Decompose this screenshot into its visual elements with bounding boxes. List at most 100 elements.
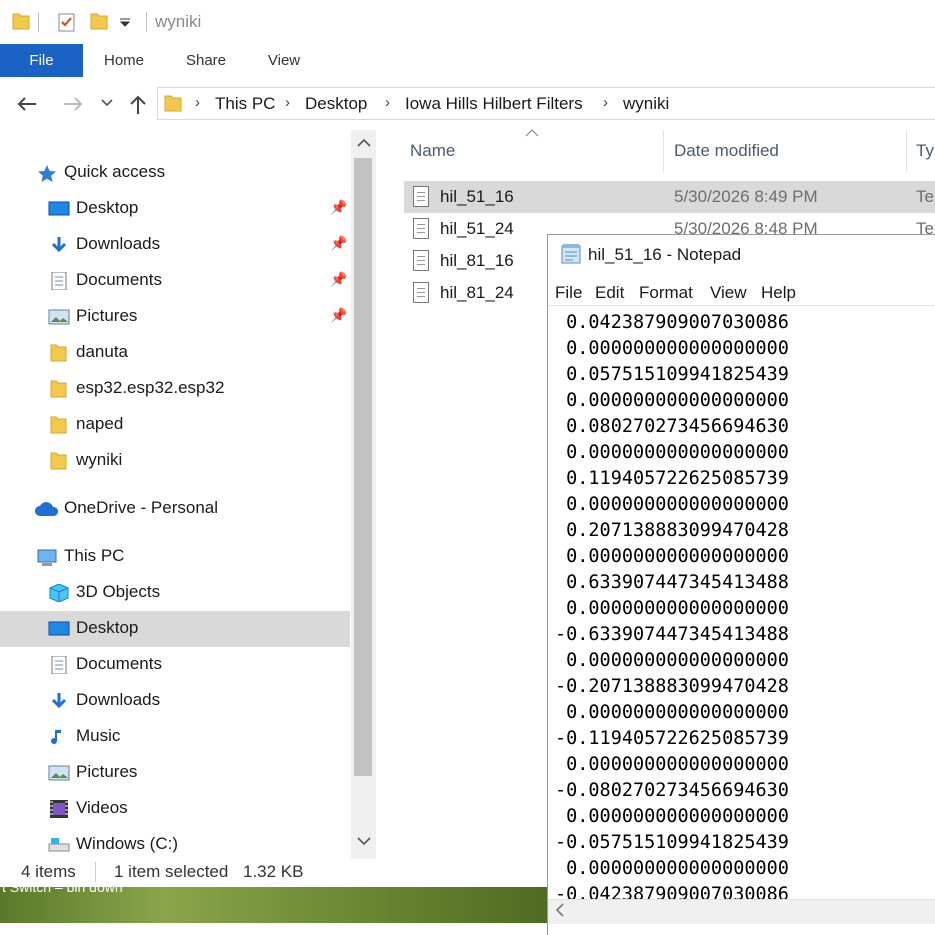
tab-view[interactable]: View [254, 44, 314, 77]
nav-scrollbar-thumb[interactable] [354, 158, 372, 776]
menu-file[interactable]: File [555, 283, 582, 303]
file-name: hil_81_16 [440, 251, 514, 270]
3d-objects-icon [49, 584, 69, 602]
menu-view[interactable]: View [710, 283, 747, 303]
text-file-icon [413, 282, 429, 303]
window-title: wyniki [155, 12, 202, 31]
customize-quick-access-icon[interactable] [118, 16, 132, 28]
nav-label: naped [76, 414, 124, 433]
cloud-icon [35, 502, 59, 516]
notepad-content: 0.042387909007030086 0.00000000000000000… [555, 312, 789, 900]
sidebar-item-esp32[interactable]: esp32.esp32.esp32 [0, 371, 350, 407]
menu-edit[interactable]: Edit [595, 283, 624, 303]
sidebar-item-documents-pc[interactable]: Documents [0, 647, 350, 683]
nav-label: Downloads [76, 690, 161, 709]
pin-icon[interactable]: 📌 [330, 199, 347, 216]
nav-label: Documents [76, 654, 162, 673]
title-bar [0, 0, 935, 44]
notepad-icon [561, 244, 581, 264]
breadcrumb-desktop[interactable]: Desktop [305, 94, 367, 114]
sidebar-item-wyniki[interactable]: wyniki [0, 443, 350, 479]
properties-icon[interactable] [57, 11, 77, 33]
file-row-selected[interactable]: hil_51_16 5/30/2026 8:49 PM Tex [404, 181, 935, 213]
sidebar-item-videos[interactable]: Videos [0, 791, 350, 827]
column-divider[interactable] [906, 130, 907, 172]
nav-label: Windows (C:) [76, 834, 179, 853]
folder-icon [50, 380, 67, 398]
recent-locations-icon[interactable] [101, 98, 113, 108]
file-date: 5/30/2026 8:49 PM [674, 187, 818, 206]
menu-format[interactable]: Format [639, 283, 693, 303]
chevron-right-icon[interactable]: › [195, 94, 200, 111]
notepad-text-area[interactable]: 0.042387909007030086 0.00000000000000000… [555, 306, 935, 900]
sidebar-item-pictures[interactable]: Pictures 📌 [0, 299, 350, 335]
up-arrow-icon[interactable] [128, 94, 148, 116]
chevron-right-icon[interactable]: › [285, 94, 290, 111]
nav-label: Desktop [76, 198, 139, 217]
nav-label: Pictures [76, 762, 138, 781]
sidebar-item-desktop[interactable]: Desktop 📌 [0, 191, 350, 227]
nav-label: Quick access [64, 162, 166, 181]
forward-arrow-icon[interactable] [62, 95, 84, 113]
nav-label: This PC [64, 546, 125, 565]
chevron-right-icon[interactable]: › [603, 94, 608, 111]
back-arrow-icon[interactable] [16, 95, 38, 113]
pin-icon[interactable]: 📌 [330, 235, 347, 252]
breadcrumb-this-pc[interactable]: This PC [215, 94, 275, 114]
videos-icon [50, 800, 68, 818]
drive-icon [48, 838, 70, 852]
sidebar-item-danuta[interactable]: danuta [0, 335, 350, 371]
nav-label: Pictures [76, 306, 138, 325]
notepad-title: hil_51_16 - Notepad [588, 245, 742, 264]
computer-icon [37, 549, 57, 566]
sidebar-item-pictures-pc[interactable]: Pictures [0, 755, 350, 791]
folder-icon [50, 452, 67, 470]
column-header-name[interactable]: Name [410, 141, 455, 161]
text-file-icon [413, 250, 429, 271]
file-name: hil_51_24 [440, 219, 514, 238]
file-type: Tex [916, 187, 935, 206]
tab-file[interactable]: File [0, 44, 83, 77]
folder-icon[interactable] [12, 11, 30, 31]
scroll-left-icon[interactable] [555, 903, 565, 917]
pin-icon[interactable]: 📌 [330, 307, 347, 324]
nav-this-pc[interactable]: This PC [0, 539, 350, 575]
scroll-down-icon[interactable] [357, 836, 371, 846]
sidebar-item-downloads[interactable]: Downloads 📌 [0, 227, 350, 263]
menu-help[interactable]: Help [761, 283, 796, 303]
nav-label: Desktop [76, 618, 139, 637]
sidebar-item-windows-c[interactable]: Windows (C:) [0, 827, 350, 863]
nav-label: wyniki [76, 450, 123, 469]
text-file-icon [413, 186, 429, 207]
column-header-date[interactable]: Date modified [674, 141, 779, 161]
nav-label: Documents [76, 270, 162, 289]
pin-icon[interactable]: 📌 [330, 271, 347, 288]
column-divider[interactable] [663, 130, 664, 172]
sidebar-item-documents[interactable]: Documents 📌 [0, 263, 350, 299]
sidebar-item-3d-objects[interactable]: 3D Objects [0, 575, 350, 611]
tab-home[interactable]: Home [93, 44, 155, 77]
breadcrumb-wyniki[interactable]: wyniki [623, 94, 669, 114]
sidebar-item-downloads-pc[interactable]: Downloads [0, 683, 350, 719]
title-separator [146, 12, 147, 32]
sidebar-item-music[interactable]: Music [0, 719, 350, 755]
sort-up-icon [525, 129, 539, 137]
sidebar-item-desktop-selected[interactable]: Desktop [0, 611, 350, 647]
sidebar-item-naped[interactable]: naped [0, 407, 350, 443]
nav-onedrive[interactable]: OneDrive - Personal [0, 491, 350, 527]
download-icon [51, 237, 67, 253]
nav-label: OneDrive - Personal [64, 498, 219, 517]
column-header-type[interactable]: Typ [916, 141, 935, 161]
breadcrumb-iowa-hills[interactable]: Iowa Hills Hilbert Filters [405, 94, 583, 114]
file-name: hil_51_16 [440, 187, 514, 206]
pictures-icon [48, 765, 70, 781]
nav-quick-access[interactable]: Quick access [0, 155, 350, 191]
chevron-right-icon[interactable]: › [385, 94, 390, 111]
nav-label: danuta [76, 342, 128, 361]
scroll-up-icon[interactable] [357, 138, 371, 148]
documents-icon [51, 656, 67, 674]
notepad-hscrollbar[interactable] [548, 899, 935, 924]
tab-share[interactable]: Share [176, 44, 236, 77]
new-folder-icon[interactable] [90, 11, 108, 31]
folder-icon [164, 95, 182, 112]
